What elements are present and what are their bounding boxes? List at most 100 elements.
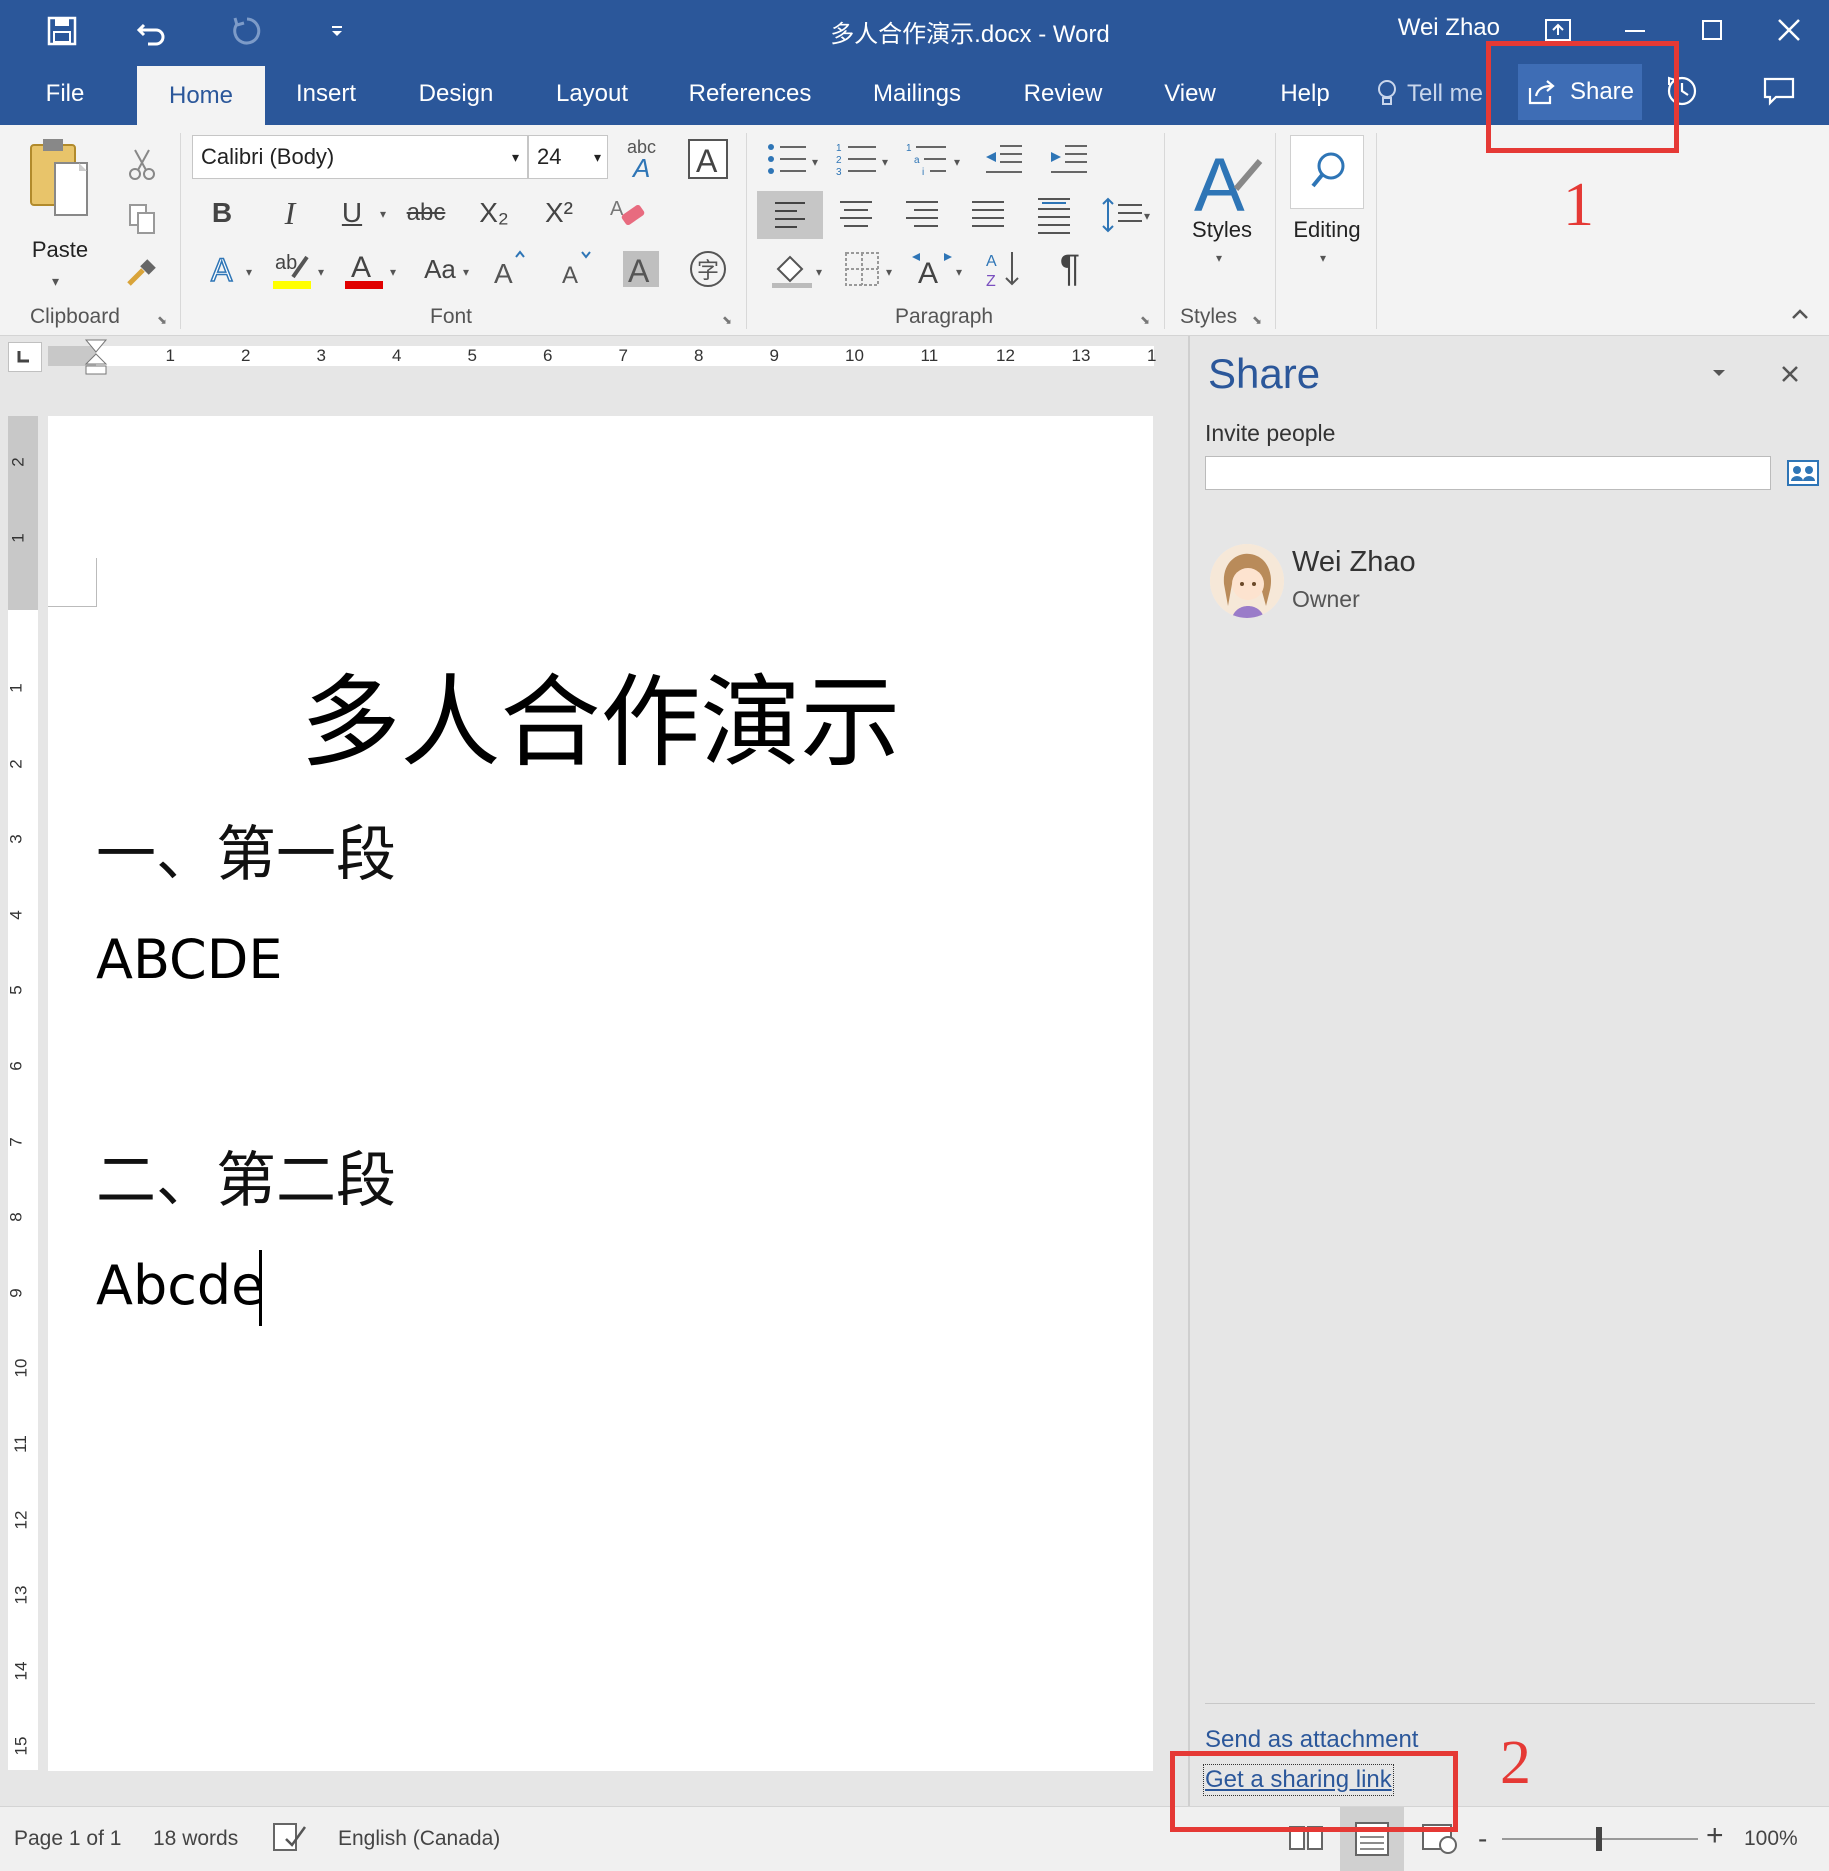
tab-design[interactable]: Design (405, 62, 507, 125)
align-left-button[interactable] (757, 191, 823, 239)
change-case-button[interactable]: Aa (416, 245, 464, 293)
maximize-icon[interactable] (1677, 6, 1747, 54)
text-effects-icon[interactable]: A (200, 245, 248, 293)
strikethrough-button[interactable]: abc (402, 189, 450, 237)
font-color-dropdown-icon[interactable]: ▾ (390, 265, 396, 279)
format-painter-icon[interactable] (118, 249, 166, 297)
close-window-icon[interactable] (1754, 6, 1824, 54)
paste-dropdown-icon[interactable]: ▾ (52, 273, 59, 290)
bullets-icon[interactable] (764, 135, 812, 183)
invite-people-input[interactable] (1205, 456, 1771, 490)
document-paragraph-1[interactable]: ABCDE (96, 928, 282, 991)
clipboard-launcher-icon[interactable]: ⬊ (157, 313, 171, 327)
tab-layout[interactable]: Layout (545, 62, 639, 125)
underline-dropdown-icon[interactable]: ▾ (380, 207, 386, 221)
asian-layout-icon[interactable]: A (908, 245, 956, 293)
italic-button[interactable]: I (266, 189, 314, 237)
cut-icon[interactable] (118, 141, 166, 189)
borders-icon[interactable] (838, 245, 886, 293)
send-as-attachment-link[interactable]: Send as attachment (1205, 1726, 1418, 1754)
indent-markers-icon[interactable] (84, 338, 108, 378)
undo-icon[interactable] (130, 10, 174, 52)
multilevel-list-icon[interactable]: 1ai (904, 135, 952, 183)
language-indicator[interactable]: English (Canada) (338, 1827, 500, 1851)
tab-view[interactable]: View (1150, 62, 1230, 125)
decrease-indent-icon[interactable] (980, 135, 1028, 183)
subscript-button[interactable]: X₂ (470, 189, 518, 237)
asian-layout-dropdown-icon[interactable]: ▾ (956, 265, 962, 279)
grow-font-icon[interactable]: A (486, 245, 534, 293)
text-effects-abc-icon[interactable]: abc A (617, 135, 665, 183)
save-icon[interactable] (40, 10, 84, 52)
font-name-dropdown-icon[interactable]: ▾ (512, 149, 519, 166)
styles-dropdown-icon[interactable]: ▾ (1216, 251, 1222, 265)
font-launcher-icon[interactable]: ⬊ (722, 313, 736, 327)
line-spacing-icon[interactable] (1098, 191, 1146, 239)
proofing-icon[interactable] (272, 1821, 308, 1855)
shrink-font-icon[interactable]: A (552, 245, 600, 293)
enclose-characters-icon[interactable]: 字 (684, 245, 732, 293)
text-effects-dropdown-icon[interactable]: ▾ (246, 265, 252, 279)
bullets-dropdown-icon[interactable]: ▾ (812, 155, 818, 169)
paste-icon[interactable] (25, 135, 95, 235)
tab-help[interactable]: Help (1265, 62, 1345, 125)
numbering-icon[interactable]: 123 (834, 135, 882, 183)
copy-icon[interactable] (118, 195, 166, 243)
eraser-icon[interactable]: A (604, 189, 652, 237)
font-size-dropdown-icon[interactable]: ▾ (594, 149, 601, 166)
zoom-slider-thumb[interactable] (1596, 1827, 1602, 1851)
line-spacing-dropdown-icon[interactable]: ▾ (1144, 209, 1150, 223)
character-shading-icon[interactable]: A (617, 245, 665, 293)
customize-qat-icon[interactable] (315, 10, 359, 52)
tab-home[interactable]: Home (137, 66, 265, 125)
shading-dropdown-icon[interactable]: ▾ (816, 265, 822, 279)
address-book-icon[interactable] (1786, 456, 1820, 490)
align-center-icon[interactable] (832, 191, 880, 239)
tab-mailings[interactable]: Mailings (860, 62, 974, 125)
shading-icon[interactable] (768, 245, 816, 293)
change-case-dropdown-icon[interactable]: ▾ (463, 265, 469, 279)
editing-search-icon[interactable] (1290, 135, 1364, 209)
font-size-combo[interactable]: 24 ▾ (528, 135, 608, 179)
numbering-dropdown-icon[interactable]: ▾ (882, 155, 888, 169)
horizontal-ruler[interactable]: 1 2 3 4 5 6 7 8 9 10 11 12 13 1 (0, 336, 1188, 376)
multilevel-dropdown-icon[interactable]: ▾ (954, 155, 960, 169)
tab-references[interactable]: References (680, 62, 820, 125)
font-name-combo[interactable]: Calibri (Body) ▾ (192, 135, 528, 179)
collapse-ribbon-icon[interactable] (1788, 303, 1812, 327)
tell-me-box[interactable]: Tell me (1375, 76, 1490, 112)
tab-insert[interactable]: Insert (280, 62, 372, 125)
font-color-icon[interactable]: A (340, 245, 388, 293)
redo-icon[interactable] (225, 10, 269, 52)
document-title[interactable]: 多人合作演示 (48, 641, 1153, 786)
zoom-in-button[interactable]: + (1706, 1819, 1724, 1853)
word-count[interactable]: 18 words (153, 1827, 238, 1851)
highlight-dropdown-icon[interactable]: ▾ (318, 265, 324, 279)
editing-button-label[interactable]: Editing (1284, 217, 1370, 243)
document-heading-2[interactable]: 二、第二段 (96, 1132, 396, 1219)
zoom-level[interactable]: 100% (1744, 1827, 1798, 1851)
editing-dropdown-icon[interactable]: ▾ (1320, 251, 1326, 265)
underline-button[interactable]: U (328, 189, 376, 237)
increase-indent-icon[interactable] (1045, 135, 1093, 183)
comments-icon[interactable] (1762, 76, 1802, 116)
highlight-color-icon[interactable]: ab (268, 245, 316, 293)
close-pane-icon[interactable] (1778, 362, 1802, 386)
superscript-button[interactable]: X² (535, 189, 583, 237)
borders-dropdown-icon[interactable]: ▾ (886, 265, 892, 279)
clear-formatting-box-icon[interactable]: A (684, 135, 732, 183)
pane-options-icon[interactable] (1704, 358, 1734, 388)
styles-button-label[interactable]: Styles (1180, 217, 1264, 243)
paste-label[interactable]: Paste (25, 237, 95, 263)
vertical-ruler[interactable]: 2 1 1 2 3 4 5 6 7 8 9 10 11 12 13 14 15 (0, 416, 44, 1771)
styles-gallery-icon[interactable]: A (1184, 139, 1264, 223)
tab-file[interactable]: File (20, 62, 110, 125)
sort-icon[interactable]: AZ (980, 245, 1028, 293)
paragraph-launcher-icon[interactable]: ⬊ (1140, 313, 1154, 327)
zoom-out-button[interactable]: - (1478, 1823, 1487, 1855)
page-count[interactable]: Page 1 of 1 (14, 1827, 121, 1851)
user-name[interactable]: Wei Zhao (1360, 14, 1500, 42)
tab-review[interactable]: Review (1015, 62, 1111, 125)
justify-icon[interactable] (964, 191, 1012, 239)
document-page[interactable]: 多人合作演示 一、第一段 ABCDE 二、第二段 Abcde (48, 416, 1153, 1771)
